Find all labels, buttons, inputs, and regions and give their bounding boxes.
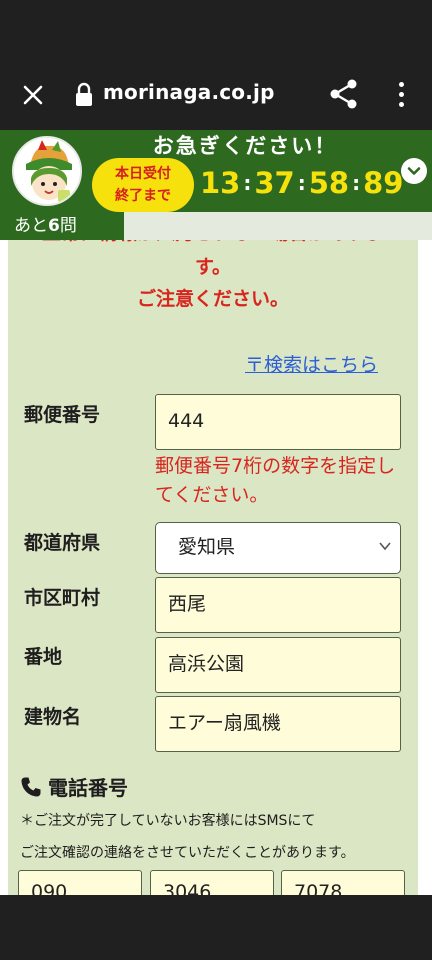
more-options-button[interactable] [386,76,416,112]
mascot-illustration [14,138,80,204]
close-tab-button[interactable] [14,76,52,114]
deadline-badge: 本日受付 終了まで [92,158,194,212]
countdown-hours: 13 [200,166,241,200]
progress-track [124,212,432,240]
phone-icon [21,777,41,796]
phone-part-1-input[interactable]: 090 [18,870,142,895]
dot-icon [398,101,404,107]
close-icon [23,85,43,105]
remaining-count: 6 [48,216,60,236]
web-page: 正常に情報が入力されない場合がありま す。 ご注意ください。 〒検索はこちら 郵… [0,130,432,895]
dot-icon [398,81,404,87]
banner-title: お急ぎください！ [152,134,338,158]
prefecture-label: 都道府県 [24,532,101,554]
chevron-down-icon [407,167,421,175]
prefecture-select[interactable]: 愛知県 [155,522,401,574]
countdown-separator: : [297,171,306,195]
lock-icon [76,82,92,106]
phone-part-2-input[interactable]: 3046 [150,870,274,895]
countdown-minutes: 37 [254,166,295,200]
url-text[interactable]: morinaga.co.jp [103,80,275,104]
postal-code-input[interactable]: 444 [155,394,401,450]
chevron-down-icon [379,542,391,551]
remaining-questions: あと6問 [0,212,124,240]
postal-error: 郵便番号7桁の数字を指定してください。 [155,455,396,506]
address-input[interactable]: 高浜公園 [155,637,401,693]
address-form: 正常に情報が入力されない場合がありま す。 ご注意ください。 〒検索はこちら 郵… [8,228,418,895]
deadline-line2: 終了まで [115,188,171,204]
countdown-timer: 13 : 37 : 58 : 89 [200,166,403,200]
building-label: 建物名 [24,706,82,728]
warning-caution: ご注意ください。 [136,288,289,310]
dot-icon [398,91,404,97]
phone-part-3-input[interactable]: 7078 [281,870,405,895]
countdown-banner: お急ぎください！ 本日受付 終了まで 13 : 37 : 58 : 89 [0,130,432,212]
city-label: 市区町村 [24,587,101,609]
city-input[interactable]: 西尾 [155,577,401,633]
phone-heading: 電話番号 [20,772,128,801]
prefecture-value: 愛知県 [178,536,236,558]
countdown-separator: : [243,171,252,195]
phone-note-line2: ご注文確認の連絡をさせていただくことがあります。 [20,845,355,861]
remaining-prefix: あと [14,216,48,236]
zip-search-link[interactable]: 〒検索はこちら [245,350,378,377]
remaining-suffix: 問 [59,216,77,236]
countdown-seconds: 58 [308,166,350,200]
mascot-avatar [12,136,82,206]
share-icon[interactable] [326,76,362,112]
postal-label: 郵便番号 [24,404,101,426]
banner-toggle-button[interactable] [401,158,427,184]
system-nav-bar [0,895,432,960]
address-label: 番地 [24,646,63,668]
status-bar [0,0,432,60]
warning-text: す。 [194,256,232,278]
phone-note-line1: ＊ご注文が完了していないお客様にはSMSにて [20,813,316,829]
countdown-centiseconds: 89 [363,166,404,200]
countdown-separator: : [352,171,361,195]
building-input[interactable]: エアー扇風機 [155,696,401,752]
phone-heading-text: 電話番号 [48,776,128,800]
browser-toolbar: morinaga.co.jp [0,60,432,130]
deadline-line1: 本日受付 [115,166,171,182]
